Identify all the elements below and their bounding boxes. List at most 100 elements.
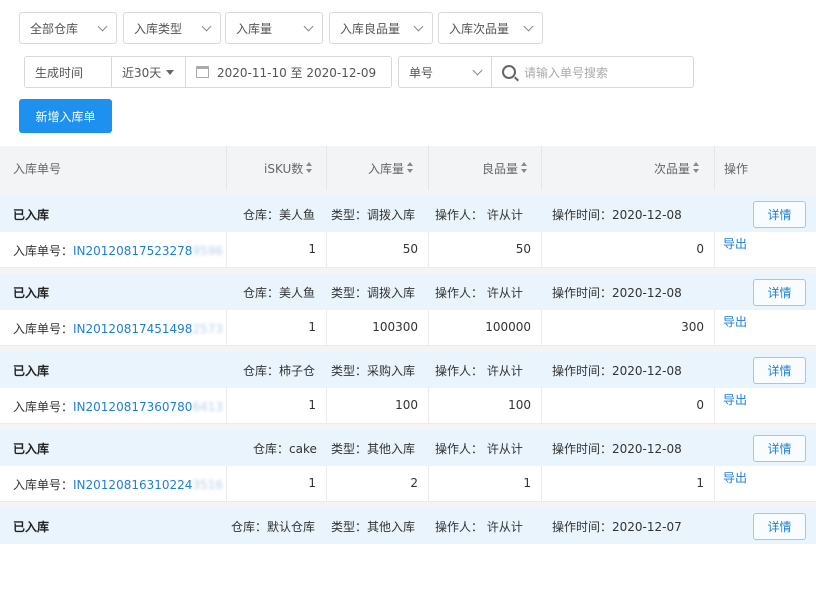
record-warehouse: 仓库：美人鱼: [243, 208, 316, 222]
status-badge: 已入库: [13, 364, 50, 378]
sort-icon: [407, 162, 414, 174]
defect-qty-label: 入库次品量: [449, 21, 510, 36]
cell-good: 100000: [485, 320, 531, 334]
sort-icon: [693, 162, 700, 174]
export-link[interactable]: 导出: [723, 313, 747, 330]
col-sku[interactable]: iSKU数: [264, 146, 313, 190]
warehouse-select-label: 全部仓库: [30, 21, 79, 36]
record-op-time: 操作时间：2020-12-08: [552, 364, 682, 378]
inbound-qty-label: 入库量: [236, 21, 273, 36]
add-inbound-button[interactable]: 新增入库单: [19, 99, 112, 133]
record-header: 已入库 仓库：美人鱼 类型：调拨入库 操作人： 许从计 操作时间：2020-12…: [0, 196, 816, 232]
good-qty-select[interactable]: 入库良品量: [329, 12, 433, 44]
table-row: 入库单号：IN201208163102243516 1 2 1 1 导出: [0, 466, 816, 502]
cell-inbound: 100: [395, 398, 418, 412]
record-type: 类型：采购入库: [331, 364, 416, 378]
record-group: 已入库 仓库：美人鱼 类型：调拨入库 操作人： 许从计 操作时间：2020-12…: [0, 196, 816, 268]
record-header: 已入库 仓库：美人鱼 类型：调拨入库 操作人： 许从计 操作时间：2020-12…: [0, 274, 816, 310]
inbound-qty-select[interactable]: 入库量: [225, 12, 323, 44]
cell-good: 100: [508, 398, 531, 412]
calendar-icon: [196, 66, 209, 78]
chevron-down-icon: [201, 21, 212, 31]
chevron-down-icon: [523, 21, 534, 31]
caret-down-icon: [166, 69, 175, 75]
record-group: 已入库 仓库：cake 类型：其他入库 操作人： 许从计 操作时间：2020-1…: [0, 430, 816, 502]
cell-sku: 1: [308, 398, 316, 412]
col-defect[interactable]: 次品量: [654, 146, 700, 190]
order-search: 单号 请输入单号搜索: [398, 56, 694, 88]
chevron-down-icon: [413, 21, 424, 31]
record-operator: 操作人： 许从计: [435, 442, 523, 456]
good-qty-label: 入库良品量: [340, 21, 401, 36]
table-header: 入库单号 iSKU数 入库量 良品量 次品量 操作: [0, 146, 816, 190]
record-operator: 操作人： 许从计: [435, 364, 523, 378]
record-header: 已入库 仓库：cake 类型：其他入库 操作人： 许从计 操作时间：2020-1…: [0, 430, 816, 466]
order-number: 入库单号：IN201208163102243516: [13, 478, 223, 492]
detail-button[interactable]: 详情: [753, 513, 806, 540]
sort-icon: [306, 162, 313, 174]
search-icon: [502, 65, 516, 79]
search-input[interactable]: 请输入单号搜索: [491, 57, 693, 87]
order-number: 入库单号：IN201208173607806413: [13, 400, 223, 414]
sort-icon: [521, 162, 528, 174]
order-number: 入库单号：IN201208174514982573: [13, 322, 223, 336]
cell-inbound: 50: [402, 242, 418, 256]
search-field-select[interactable]: 单号: [399, 57, 491, 87]
detail-button[interactable]: 详情: [753, 201, 806, 228]
cell-defect: 0: [696, 242, 704, 256]
order-link[interactable]: IN20120817360780: [73, 400, 192, 414]
record-group: 已入库 仓库：默认仓库 类型：其他入库 操作人： 许从计 操作时间：2020-1…: [0, 508, 816, 548]
cell-good: 50: [515, 242, 531, 256]
chevron-down-icon: [303, 21, 314, 31]
col-inbound[interactable]: 入库量: [368, 146, 414, 190]
cell-good: 1: [523, 476, 531, 490]
record-warehouse: 仓库：cake: [253, 442, 317, 456]
time-filter: 生成时间 近30天 2020-11-10 至 2020-12-09: [24, 56, 392, 88]
time-label: 生成时间: [35, 65, 84, 80]
export-link[interactable]: 导出: [723, 391, 747, 408]
record-type: 类型：其他入库: [331, 520, 416, 534]
table-row: 入库单号：IN201208175232789596 1 50 50 0 导出: [0, 232, 816, 268]
record-group: 已入库 仓库：美人鱼 类型：调拨入库 操作人： 许从计 操作时间：2020-12…: [0, 274, 816, 346]
cell-sku: 1: [308, 476, 316, 490]
inbound-type-select[interactable]: 入库类型: [123, 12, 221, 44]
export-link[interactable]: 导出: [723, 235, 747, 252]
date-range-picker[interactable]: 2020-11-10 至 2020-12-09: [185, 57, 391, 87]
table-row: 入库单号：IN201208173607806413 1 100 100 0 导出: [0, 388, 816, 424]
record-header: 已入库 仓库：默认仓库 类型：其他入库 操作人： 许从计 操作时间：2020-1…: [0, 508, 816, 544]
cell-defect: 0: [696, 398, 704, 412]
cell-inbound: 2: [410, 476, 418, 490]
warehouse-select[interactable]: 全部仓库: [19, 12, 117, 44]
detail-button[interactable]: 详情: [753, 435, 806, 462]
cell-sku: 1: [308, 242, 316, 256]
time-range-select[interactable]: 近30天: [111, 57, 185, 87]
order-link[interactable]: IN20120817523278: [73, 244, 192, 258]
cell-defect: 1: [696, 476, 704, 490]
chevron-down-icon: [97, 21, 108, 31]
cell-defect: 300: [681, 320, 704, 334]
record-type: 类型：其他入库: [331, 442, 416, 456]
record-warehouse: 仓库：美人鱼: [243, 286, 316, 300]
record-operator: 操作人： 许从计: [435, 520, 523, 534]
record-warehouse: 仓库：柿子仓: [243, 364, 316, 378]
defect-qty-select[interactable]: 入库次品量: [438, 12, 543, 44]
record-operator: 操作人： 许从计: [435, 286, 523, 300]
status-badge: 已入库: [13, 286, 50, 300]
record-op-time: 操作时间：2020-12-08: [552, 286, 682, 300]
inbound-type-label: 入库类型: [134, 21, 183, 36]
status-badge: 已入库: [13, 208, 50, 222]
status-badge: 已入库: [13, 442, 50, 456]
detail-button[interactable]: 详情: [753, 279, 806, 306]
record-warehouse: 仓库：默认仓库: [231, 520, 316, 534]
order-link[interactable]: IN20120816310224: [73, 478, 192, 492]
order-link[interactable]: IN20120817451498: [73, 322, 192, 336]
table-row: 入库单号：IN201208174514982573 1 100300 10000…: [0, 310, 816, 346]
record-operator: 操作人： 许从计: [435, 208, 523, 222]
col-good[interactable]: 良品量: [482, 146, 528, 190]
record-group: 已入库 仓库：柿子仓 类型：采购入库 操作人： 许从计 操作时间：2020-12…: [0, 352, 816, 424]
record-op-time: 操作时间：2020-12-08: [552, 442, 682, 456]
record-type: 类型：调拨入库: [331, 286, 416, 300]
export-link[interactable]: 导出: [723, 469, 747, 486]
detail-button[interactable]: 详情: [753, 357, 806, 384]
chevron-down-icon: [472, 65, 483, 75]
